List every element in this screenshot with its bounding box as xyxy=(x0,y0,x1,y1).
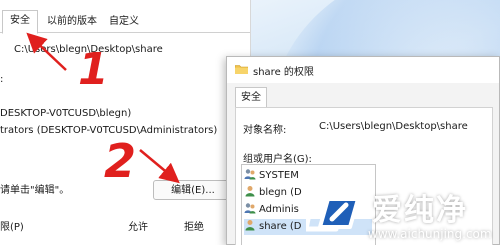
properties-window: 安全 以前的版本 自定义 C:\Users\blegn\Desktop\shar… xyxy=(0,0,251,245)
user-group-icon xyxy=(244,203,256,214)
user-name: blegn (D xyxy=(259,187,302,198)
folder-icon xyxy=(235,65,248,74)
tab-customize[interactable]: 自定义 xyxy=(104,12,144,32)
screenshot-stage: 安全 以前的版本 自定义 C:\Users\blegn\Desktop\shar… xyxy=(0,0,500,245)
step-number-2: 2 xyxy=(104,134,137,188)
list-item[interactable]: DESKTOP-V0TCUSD\blegn) xyxy=(0,108,131,119)
watermark-url: www.aichunjing.com xyxy=(368,227,492,241)
tab-security[interactable]: 安全 xyxy=(2,10,38,34)
user-icon xyxy=(245,220,255,231)
permissions-header: 限(P) 允许 拒绝 xyxy=(0,214,250,234)
allow-column-label: 允许 xyxy=(128,222,148,233)
user-name: SYSTEM xyxy=(259,170,299,181)
object-label-fragment: : xyxy=(0,74,4,85)
group-label: 组或用户名(G): xyxy=(243,154,312,165)
user-icon xyxy=(245,186,255,197)
object-name-label: 对象名称: xyxy=(243,125,287,136)
dialog-titlebar[interactable]: share 的权限 xyxy=(227,57,499,83)
object-name-value: C:\Users\blegn\Desktop\share xyxy=(319,121,468,132)
user-group-icon xyxy=(244,169,256,180)
watermark-brand: 爱纯净 xyxy=(372,193,468,228)
watermark: 爱纯净 www.aichunjing.com xyxy=(306,183,500,245)
tab-security[interactable]: 安全 xyxy=(235,87,267,108)
edit-button[interactable]: 编辑(E)... xyxy=(153,180,233,200)
watermark-logo-icon xyxy=(306,186,360,232)
tab-previous-versions[interactable]: 以前的版本 xyxy=(44,12,100,32)
step-number-1: 1 xyxy=(78,44,109,95)
properties-tabstrip: 安全 以前的版本 自定义 xyxy=(0,10,250,34)
deny-column-label: 拒绝 xyxy=(184,222,204,233)
dialog-title: share 的权限 xyxy=(253,67,314,78)
user-name: Adminis xyxy=(259,204,299,215)
list-item[interactable]: SYSTEM xyxy=(244,168,372,184)
user-name: share (D xyxy=(259,221,302,232)
permissions-column-label: 限(P) xyxy=(0,222,24,233)
edit-hint-text: 请单击"编辑"。 xyxy=(0,185,70,196)
